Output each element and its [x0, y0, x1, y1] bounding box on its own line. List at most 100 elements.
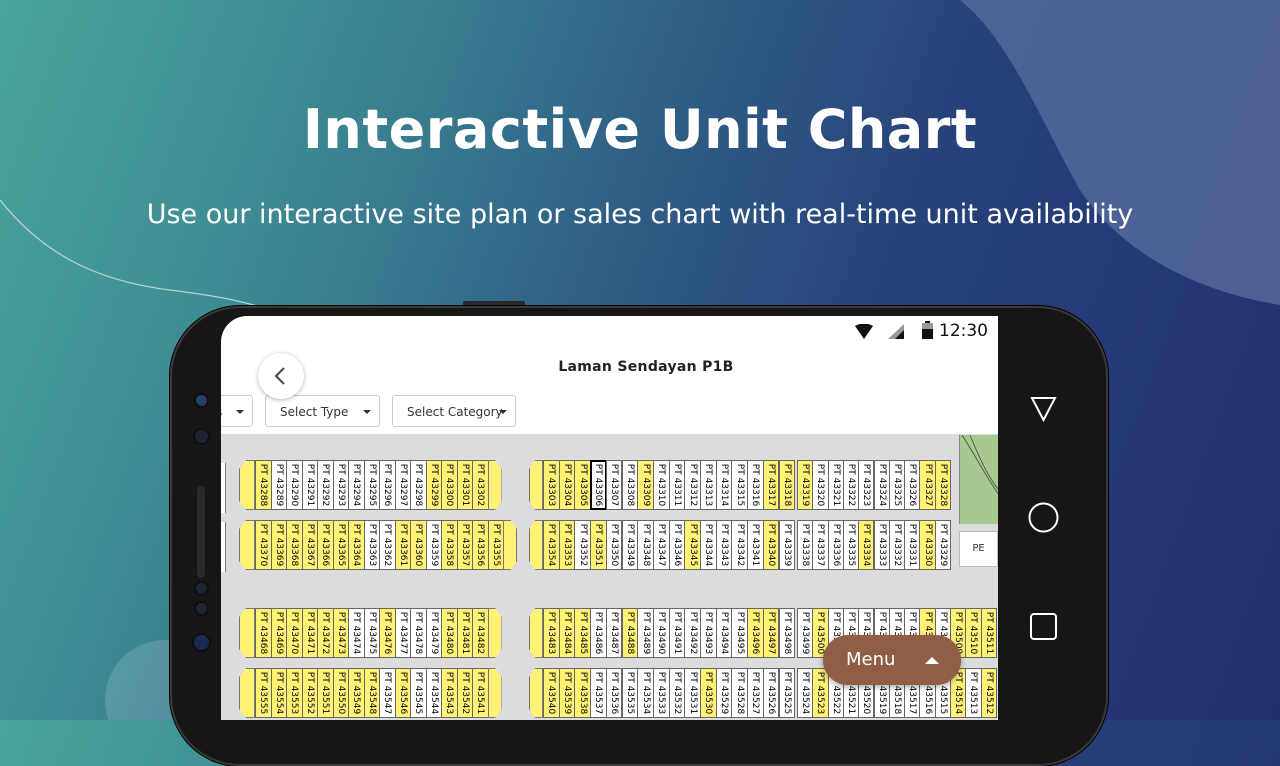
filter-dropdown-type[interactable]: Select Type: [265, 395, 380, 427]
unit-cell[interactable]: PT 43355: [487, 520, 504, 570]
unit-cell[interactable]: PT 43545: [410, 668, 427, 718]
unit-cell[interactable]: PT 43358: [441, 520, 458, 570]
unit-cell[interactable]: PT 43544: [425, 668, 442, 718]
unit-cell[interactable]: PT 43540: [543, 668, 560, 718]
unit-cell[interactable]: PT 43314: [715, 460, 733, 510]
unit-cell[interactable]: PT 43554: [270, 668, 287, 718]
unit-cell[interactable]: PT 43292: [317, 460, 334, 510]
unit-cell[interactable]: PT 43532: [668, 668, 686, 718]
unit-cell[interactable]: PT 43493: [700, 608, 717, 658]
unit-cell[interactable]: PT 43323: [858, 460, 875, 510]
unit-cell[interactable]: PT 43349: [621, 520, 639, 570]
unit-cell[interactable]: PT 43499: [797, 608, 814, 658]
unit-cell[interactable]: PT 43297: [394, 460, 411, 510]
unit-cell[interactable]: PT 43311: [668, 460, 686, 510]
unit-cell[interactable]: PT 43357: [456, 520, 473, 570]
unit-cell[interactable]: PT 43320: [812, 460, 829, 510]
unit-cell[interactable]: PT 43555: [255, 668, 272, 718]
unit-cell[interactable]: PT 43468: [255, 608, 272, 658]
unit-cell[interactable]: PT 43368: [286, 520, 303, 570]
unit-cell[interactable]: PT 43478: [410, 608, 427, 658]
unit-cell[interactable]: PT 43342: [731, 520, 749, 570]
unit-cell[interactable]: PT 43513: [965, 668, 982, 718]
unit-cell[interactable]: PT 43485: [574, 608, 592, 658]
unit-cell[interactable]: PT 43360: [410, 520, 427, 570]
unit-cell[interactable]: PT 43316: [747, 460, 764, 510]
unit-cell[interactable]: PT 43353: [558, 520, 576, 570]
unit-cell[interactable]: PT 43550: [332, 668, 349, 718]
unit-cell[interactable]: PT 43341: [747, 520, 764, 570]
filter-dropdown-category[interactable]: Select Category: [392, 395, 516, 427]
unit-cell[interactable]: PT 43300: [441, 460, 458, 510]
unit-cell[interactable]: PT 43335: [842, 520, 860, 570]
unit-cell[interactable]: PT 43489: [637, 608, 654, 658]
unit-cell[interactable]: PT 43367: [301, 520, 318, 570]
unit-cell[interactable]: PT 43356: [472, 520, 489, 570]
unit-cell[interactable]: PT 43317: [762, 460, 780, 510]
unit-cell[interactable]: PT 43294: [348, 460, 365, 510]
unit-cell[interactable]: PT 43291: [301, 460, 318, 510]
unit-cell[interactable]: PT 43310: [652, 460, 670, 510]
unit-cell[interactable]: PT 43366: [317, 520, 334, 570]
unit-cell[interactable]: PT 43363: [363, 520, 380, 570]
unit-cell[interactable]: PT 43495: [731, 608, 749, 658]
menu-button[interactable]: Menu: [823, 635, 961, 685]
unit-cell[interactable]: PT 43334: [858, 520, 875, 570]
unit-cell[interactable]: PT 43296: [379, 460, 396, 510]
unit-cell[interactable]: PT 43350: [605, 520, 623, 570]
unit-cell[interactable]: PT 43351: [590, 520, 607, 570]
unit-cell[interactable]: PT 43490: [652, 608, 670, 658]
filter-dropdown-status[interactable]: s: [221, 395, 253, 427]
unit-cell[interactable]: PT 43491: [668, 608, 686, 658]
unit-cell[interactable]: PT 43308: [621, 460, 639, 510]
unit-cell[interactable]: PT 43332: [888, 520, 906, 570]
unit-cell[interactable]: PT 43333: [873, 520, 890, 570]
unit-cell[interactable]: PT 43531: [684, 668, 701, 718]
unit-cell[interactable]: PT 43479: [425, 608, 442, 658]
unit-cell[interactable]: PT 43361: [394, 520, 411, 570]
unit-cell[interactable]: PT 43326: [904, 460, 921, 510]
unit-cell[interactable]: PT 43298: [410, 460, 427, 510]
unit-cell[interactable]: PT 43295: [363, 460, 380, 510]
nav-recents-icon[interactable]: [1030, 613, 1057, 640]
unit-cell[interactable]: PT 43470: [286, 608, 303, 658]
unit-cell[interactable]: PT 43547: [379, 668, 396, 718]
unit-cell[interactable]: PT 43329: [934, 520, 951, 570]
unit-cell[interactable]: PT 43543: [441, 668, 458, 718]
unit-cell[interactable]: PT 43331: [904, 520, 921, 570]
unit-cell[interactable]: PT 43471: [301, 608, 318, 658]
unit-cell[interactable]: PT 43530: [700, 668, 717, 718]
unit-cell[interactable]: PT 43537: [590, 668, 607, 718]
unit-cell[interactable]: PT 43328: [934, 460, 951, 510]
unit-cell[interactable]: PT 43318: [778, 460, 796, 510]
unit-cell[interactable]: PT 43305: [574, 460, 592, 510]
unit-cell[interactable]: PT 43539: [558, 668, 576, 718]
unit-cell[interactable]: PT 43552: [301, 668, 318, 718]
unit-cell[interactable]: PT 43330: [919, 520, 936, 570]
unit-cell[interactable]: PT 43319: [797, 460, 814, 510]
unit-cell[interactable]: PT 43309: [637, 460, 654, 510]
unit-cell[interactable]: PT 43348: [637, 520, 654, 570]
unit-cell[interactable]: PT 43510: [965, 608, 982, 658]
unit-cell[interactable]: PT 43529: [715, 668, 733, 718]
unit-cell[interactable]: PT 43344: [700, 520, 717, 570]
unit-cell[interactable]: PT 43480: [441, 608, 458, 658]
unit-cell[interactable]: PT 43528: [731, 668, 749, 718]
unit-cell[interactable]: PT 43364: [348, 520, 365, 570]
unit-cell[interactable]: PT 43549: [348, 668, 365, 718]
unit-cell[interactable]: PT 43526: [762, 668, 780, 718]
unit-cell[interactable]: PT 43301: [456, 460, 473, 510]
unit-cell[interactable]: PT 43346: [668, 520, 686, 570]
unit-cell[interactable]: PT 43289: [270, 460, 287, 510]
unit-cell[interactable]: PT 43313: [700, 460, 717, 510]
unit-cell[interactable]: PT 43299: [425, 460, 442, 510]
unit-cell[interactable]: PT 43474: [348, 608, 365, 658]
unit-cell[interactable]: PT 43304: [558, 460, 576, 510]
unit-cell[interactable]: PT 43336: [827, 520, 844, 570]
unit-cell[interactable]: PT 43473: [332, 608, 349, 658]
unit-cell[interactable]: PT 43482: [472, 608, 489, 658]
unit-cell[interactable]: PT 43307: [605, 460, 623, 510]
unit-cell[interactable]: PT 43315: [731, 460, 749, 510]
unit-cell[interactable]: PT 43542: [456, 668, 473, 718]
unit-cell[interactable]: PT 43524: [797, 668, 814, 718]
